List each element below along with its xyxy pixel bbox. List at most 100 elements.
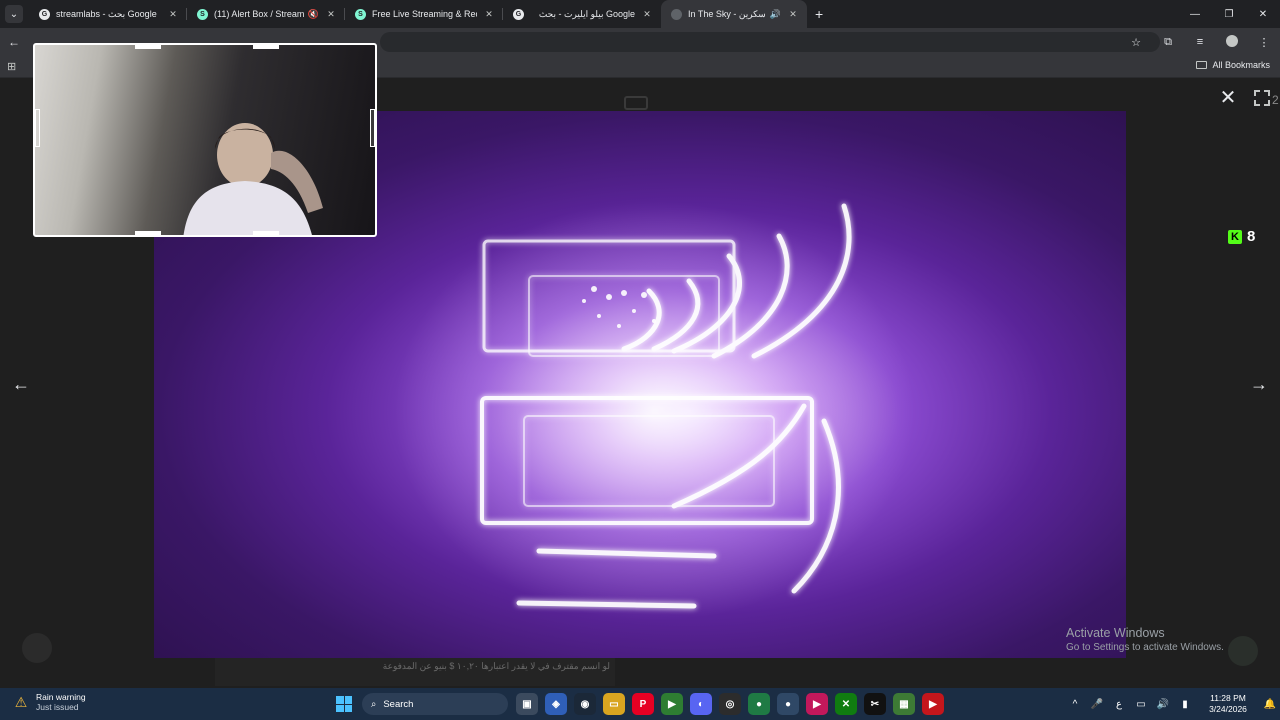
media-player-icon[interactable]: ▶: [806, 693, 828, 715]
frame-decoration: [253, 45, 279, 49]
bookmark-star-icon[interactable]: ☆: [1120, 36, 1152, 49]
activate-windows-watermark: Activate Windows Go to Settings to activ…: [1066, 626, 1224, 653]
system-tray: ^ 🎤 ع ▭ 🔊 ▮ 11:28 PM 3/24/2026 🔔: [1064, 688, 1280, 720]
folder-icon: [1196, 61, 1208, 69]
tab-title: بيلو ايليرت - بحث Google: [538, 8, 635, 19]
weather-subtitle: Just issued: [36, 702, 79, 712]
close-icon[interactable]: ✕: [641, 9, 653, 20]
apps-grid-icon[interactable]: ⊞: [7, 60, 16, 73]
close-window-button[interactable]: ✕: [1246, 0, 1280, 28]
network-icon[interactable]: ▭: [1130, 699, 1152, 710]
obs-icon[interactable]: ◎: [719, 693, 741, 715]
google-icon: G: [513, 8, 524, 20]
discord-icon[interactable]: ◐: [690, 693, 712, 715]
streaming-app-icon[interactable]: ▶: [661, 693, 683, 715]
close-lightbox-button[interactable]: ✕: [1216, 87, 1240, 111]
image-counter: 2: [1272, 93, 1279, 107]
input-language[interactable]: ع: [1108, 699, 1130, 710]
clock-date: 3/24/2026: [1209, 704, 1247, 714]
all-bookmarks-button[interactable]: All Bookmarks: [1196, 60, 1270, 70]
copilot-icon[interactable]: ◈: [545, 693, 567, 715]
tab-search-button[interactable]: ⌄: [5, 5, 23, 23]
tab-bilo-alert-search[interactable]: G بيلو ايليرت - بحث Google ✕: [503, 0, 661, 28]
start-button[interactable]: [336, 696, 352, 712]
all-bookmarks-label: All Bookmarks: [1212, 60, 1270, 70]
search-label: Search: [383, 698, 414, 710]
back-button[interactable]: ←: [0, 35, 28, 49]
streamlabs-icon: S: [197, 8, 208, 20]
search-icon: ⌕: [371, 698, 377, 710]
clock-time: 11:28 PM: [1210, 693, 1246, 703]
media-control-icon[interactable]: ≡: [1184, 36, 1216, 48]
screen: ⌄ G streamlabs - بحث Google ✕ S (11) Ale…: [0, 0, 1280, 720]
next-button[interactable]: →: [1246, 372, 1272, 398]
close-icon[interactable]: ✕: [167, 9, 179, 20]
extensions-icon[interactable]: ⧉: [1152, 36, 1184, 49]
tab-streamlabs-search[interactable]: G streamlabs - بحث Google ✕: [29, 0, 187, 28]
tab-free-live-streaming[interactable]: S Free Live Streaming & Recording ✕: [345, 0, 503, 28]
weather-title: Rain warning: [36, 692, 86, 702]
close-icon[interactable]: ✕: [787, 9, 799, 20]
muted-icon[interactable]: 🔇: [308, 9, 319, 20]
webcam-overlay: [33, 43, 377, 237]
toolbar-actions: ☆ ⧉ ≡ ⋮: [1120, 28, 1280, 56]
site-logo-icon: [624, 96, 648, 110]
frame-decoration: [135, 45, 161, 49]
pinterest-icon[interactable]: P: [632, 693, 654, 715]
site-icon: [671, 8, 682, 20]
kick-viewer-count: 8: [1247, 228, 1256, 245]
background-text: لو انسم مقترف في لا يقدر اعتبارها ١٠,٢٠ …: [382, 661, 610, 671]
frame-decoration: [35, 109, 40, 147]
help-bubble-icon[interactable]: [1228, 636, 1258, 666]
chevron-down-icon: ⌄: [9, 8, 19, 20]
previous-button[interactable]: ←: [8, 372, 34, 398]
battery-icon[interactable]: ▮: [1174, 699, 1196, 710]
notification-bell-icon[interactable]: 🔔: [1260, 699, 1280, 710]
task-view-icon[interactable]: ▣: [516, 693, 538, 715]
kick-logo-icon: K: [1228, 229, 1242, 244]
clock[interactable]: 11:28 PM 3/24/2026: [1196, 693, 1260, 715]
menu-icon[interactable]: ⋮: [1248, 36, 1280, 49]
warning-icon: ⚠: [14, 693, 28, 710]
file-explorer-icon[interactable]: ▭: [603, 693, 625, 715]
microphone-icon[interactable]: 🎤: [1086, 699, 1108, 710]
profile-avatar[interactable]: [1216, 34, 1248, 50]
youtube-icon[interactable]: ▶: [922, 693, 944, 715]
google-icon: G: [39, 8, 50, 20]
webcam-person-silhouette: [183, 123, 323, 235]
kick-viewer-badge: K 8: [1228, 228, 1255, 245]
restore-button[interactable]: ❐: [1212, 0, 1246, 28]
weather-widget[interactable]: ⚠ Rain warning Just issued: [12, 692, 86, 712]
fullscreen-icon[interactable]: [1254, 90, 1270, 106]
volume-icon[interactable]: 🔊: [1152, 699, 1174, 710]
chrome-active-icon[interactable]: ●: [777, 693, 799, 715]
taskbar-apps: ▣ ◈ ◉ ▭ P ▶ ◐ ◎ ● ● ▶ ✕ ✂ ▦ ▶: [516, 693, 944, 715]
chat-bubble-icon[interactable]: [22, 633, 52, 663]
capcut-icon[interactable]: ✂: [864, 693, 886, 715]
tab-in-the-sky[interactable]: In The Sky - ربات فل سكرين 🔊 ✕: [661, 0, 807, 28]
new-tab-button[interactable]: +: [815, 6, 823, 22]
tab-alert-box[interactable]: S (11) Alert Box / Streamlabs 🔇 ✕: [187, 0, 345, 28]
taskbar-search[interactable]: ⌕ Search: [362, 693, 508, 715]
minimize-button[interactable]: —: [1178, 0, 1212, 28]
frame-decoration: [253, 231, 279, 235]
minecraft-icon[interactable]: ▦: [893, 693, 915, 715]
tab-title: In The Sky - ربات فل سكرين: [688, 8, 766, 19]
frame-decoration: [135, 231, 161, 235]
xbox-icon[interactable]: ✕: [835, 693, 857, 715]
watermark-title: Activate Windows: [1066, 626, 1165, 640]
chevron-up-icon[interactable]: ^: [1064, 699, 1086, 710]
windows-taskbar: ⚠ Rain warning Just issued ⌕ Search ▣ ◈ …: [0, 688, 1280, 720]
tab-title: streamlabs - بحث Google: [56, 8, 157, 19]
address-bar[interactable]: [380, 32, 1160, 52]
steam-icon[interactable]: ◉: [574, 693, 596, 715]
chrome-icon[interactable]: ●: [748, 693, 770, 715]
audio-playing-icon[interactable]: 🔊: [770, 9, 781, 20]
window-controls: — ❐ ✕: [1178, 0, 1280, 28]
close-icon[interactable]: ✕: [483, 9, 495, 20]
streamlabs-icon: S: [355, 8, 366, 20]
tab-title: (11) Alert Box / Streamlabs: [214, 9, 304, 19]
close-icon[interactable]: ✕: [325, 9, 337, 20]
watermark-subtitle: Go to Settings to activate Windows.: [1066, 642, 1224, 653]
frame-decoration: [370, 109, 375, 147]
